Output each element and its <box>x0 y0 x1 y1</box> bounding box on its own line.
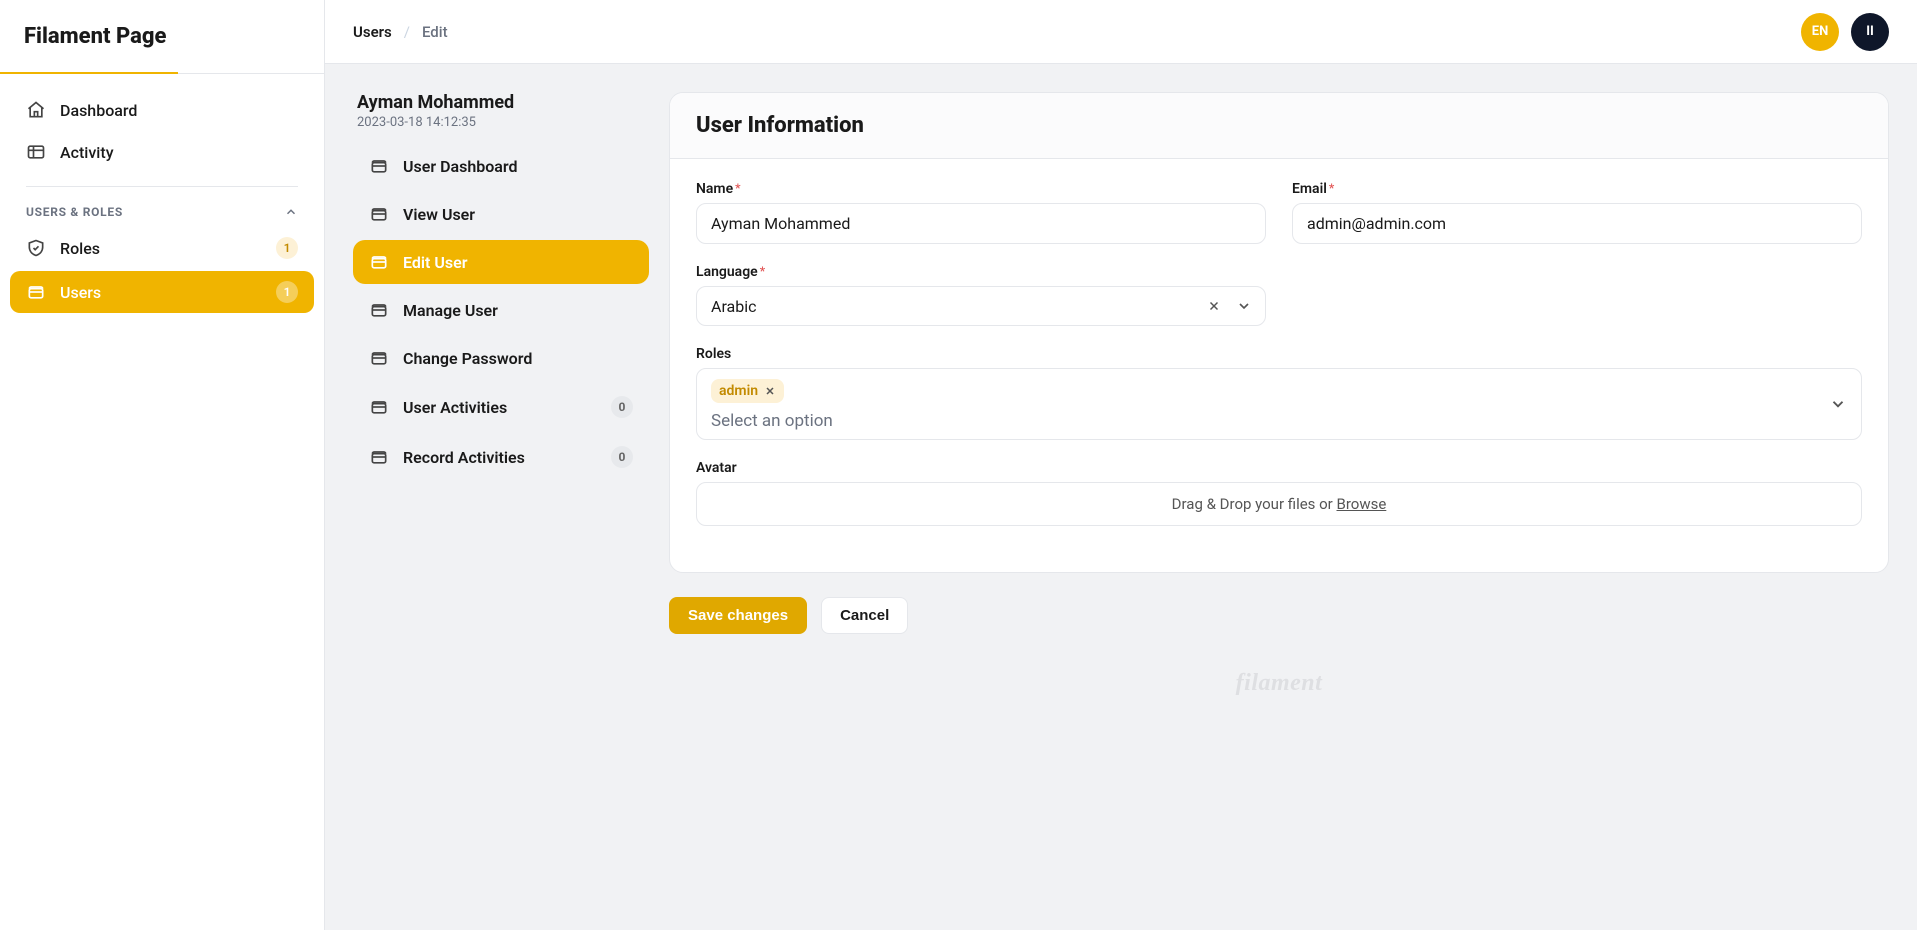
footer-logo: filament <box>669 670 1889 697</box>
role-tag: admin <box>711 379 784 403</box>
language-switch-button[interactable]: EN <box>1801 13 1839 51</box>
name-input[interactable] <box>696 203 1266 244</box>
subnav-item-count: 0 <box>611 446 633 468</box>
subnav-item-view-user[interactable]: View User <box>353 192 649 236</box>
subnav-item-label: Edit User <box>403 253 468 272</box>
inbox-icon <box>369 447 389 467</box>
sidebar-group-users-roles[interactable]: USERS & ROLES <box>10 201 314 227</box>
required-indicator: * <box>735 181 740 195</box>
subnav-item-label: User Dashboard <box>403 157 518 176</box>
user-information-card: User Information Name* Ema <box>669 92 1889 573</box>
required-indicator: * <box>1329 181 1334 195</box>
subnav-item-manage-user[interactable]: Manage User <box>353 288 649 332</box>
inbox-icon <box>369 348 389 368</box>
breadcrumb: Users / Edit <box>353 23 448 41</box>
card-title: User Information <box>670 93 1888 159</box>
inbox-icon <box>369 252 389 272</box>
subnav-item-user-dashboard[interactable]: User Dashboard <box>353 144 649 188</box>
inbox-icon <box>369 156 389 176</box>
dropzone-browse-link[interactable]: Browse <box>1337 495 1387 513</box>
sidebar-item-dashboard[interactable]: Dashboard <box>10 90 314 130</box>
subnav-item-label: View User <box>403 205 475 224</box>
sidebar-badge: 1 <box>276 237 298 259</box>
inbox-icon <box>26 282 46 302</box>
sidebar-item-users[interactable]: Users 1 <box>10 271 314 313</box>
remove-tag-icon[interactable] <box>764 385 776 397</box>
save-button[interactable]: Save changes <box>669 597 807 634</box>
form-actions: Save changes Cancel <box>669 597 1889 634</box>
sidebar-item-roles[interactable]: Roles 1 <box>10 227 314 269</box>
sidebar-item-label: Dashboard <box>60 101 137 120</box>
sidebar-item-label: Roles <box>60 239 100 258</box>
breadcrumb-root[interactable]: Users <box>353 23 392 41</box>
roles-multiselect[interactable]: admin Select an option <box>696 368 1862 440</box>
subnav-item-count: 0 <box>611 396 633 418</box>
subnav-item-label: Change Password <box>403 349 532 368</box>
nav-divider <box>26 186 298 187</box>
sidebar-item-label: Users <box>60 283 101 302</box>
name-label: Name* <box>696 181 1266 197</box>
email-label: Email* <box>1292 181 1862 197</box>
subnav-item-label: User Activities <box>403 398 507 417</box>
sidebar-group-label: USERS & ROLES <box>26 205 123 219</box>
topbar: Users / Edit EN II <box>325 0 1917 64</box>
sidebar: Filament Page Dashboard Activity USERS &… <box>0 0 325 930</box>
chevron-down-icon[interactable] <box>1829 395 1847 413</box>
brand-title: Filament Page <box>0 0 324 74</box>
chevron-up-icon <box>284 205 298 219</box>
subnav-item-label: Record Activities <box>403 448 525 467</box>
cancel-button[interactable]: Cancel <box>821 597 908 634</box>
avatar-dropzone[interactable]: Drag & Drop your files or Browse <box>696 482 1862 526</box>
record-title: Ayman Mohammed <box>357 92 645 113</box>
dropzone-text: Drag & Drop your files or <box>1172 495 1337 513</box>
record-timestamp: 2023-03-18 14:12:35 <box>357 115 645 130</box>
email-input[interactable] <box>1292 203 1862 244</box>
language-select[interactable]: Arabic <box>696 286 1266 326</box>
user-avatar-button[interactable]: II <box>1851 13 1889 51</box>
sidebar-item-activity[interactable]: Activity <box>10 132 314 172</box>
table-icon <box>26 142 46 162</box>
role-tag-label: admin <box>719 383 758 399</box>
inbox-icon <box>369 204 389 224</box>
language-select-value: Arabic <box>711 297 1195 316</box>
inbox-icon <box>369 300 389 320</box>
language-label: Language* <box>696 264 1266 280</box>
subnav-item-edit-user[interactable]: Edit User <box>353 240 649 284</box>
required-indicator: * <box>760 264 765 278</box>
main: Users / Edit EN II Ayman Mohammed 2023-0… <box>325 0 1917 930</box>
primary-nav: Dashboard Activity USERS & ROLES Role <box>0 74 324 331</box>
name-label-text: Name <box>696 181 733 197</box>
roles-placeholder: Select an option <box>711 411 1821 431</box>
sidebar-item-label: Activity <box>60 143 114 162</box>
breadcrumb-current: Edit <box>422 23 448 41</box>
language-label-text: Language <box>696 264 758 280</box>
breadcrumb-separator: / <box>404 23 410 41</box>
clear-icon[interactable] <box>1203 295 1225 317</box>
roles-label: Roles <box>696 346 1862 362</box>
sidebar-badge: 1 <box>276 281 298 303</box>
shield-icon <box>26 238 46 258</box>
subnav-item-record-activities[interactable]: Record Activities 0 <box>353 434 649 480</box>
home-icon <box>26 100 46 120</box>
record-subnav: Ayman Mohammed 2023-03-18 14:12:35 User … <box>353 92 649 484</box>
inbox-icon <box>369 397 389 417</box>
subnav-item-label: Manage User <box>403 301 498 320</box>
avatar-label: Avatar <box>696 460 1862 476</box>
email-label-text: Email <box>1292 181 1327 197</box>
subnav-item-change-password[interactable]: Change Password <box>353 336 649 380</box>
subnav-item-user-activities[interactable]: User Activities 0 <box>353 384 649 430</box>
chevron-down-icon[interactable] <box>1233 295 1255 317</box>
